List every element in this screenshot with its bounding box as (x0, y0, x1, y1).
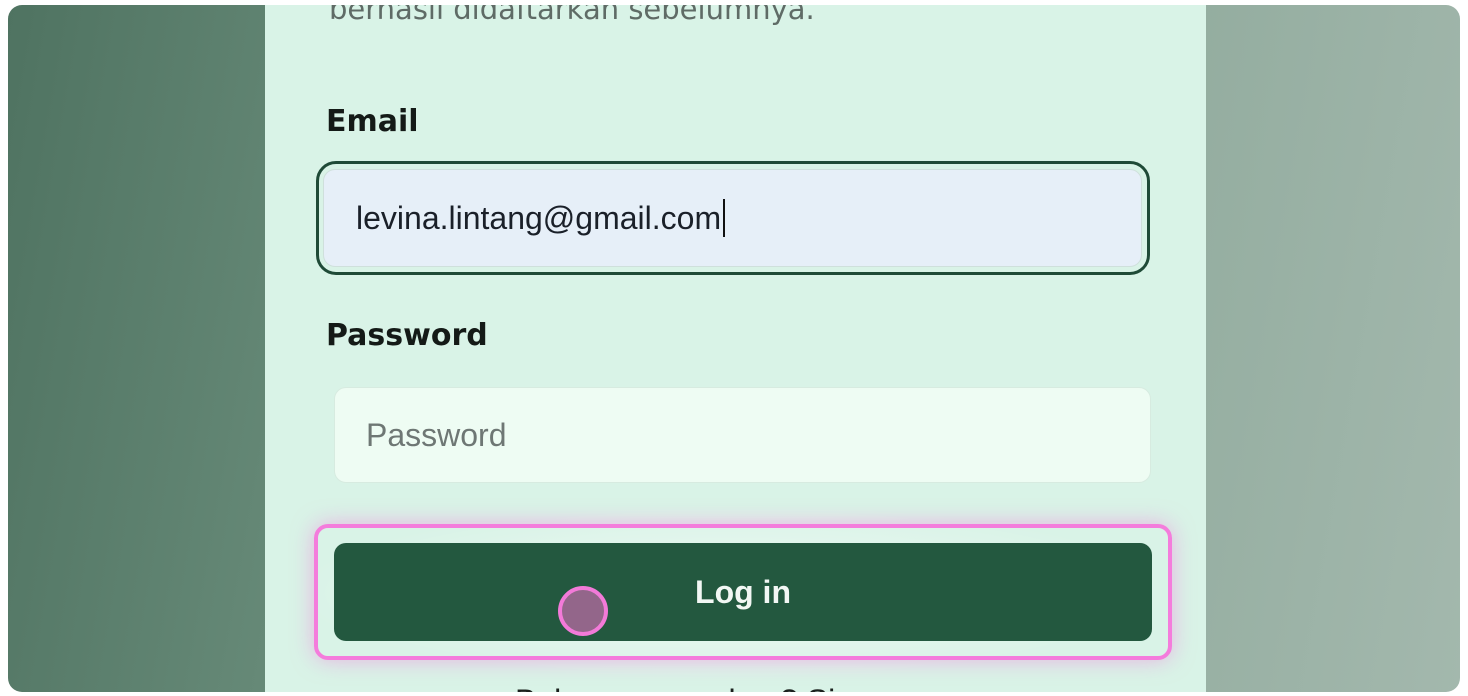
signup-link[interactable]: Belum punya akun? Sign up (515, 683, 915, 692)
login-card: berhasil didaftarkan sebelumnya. Email l… (265, 5, 1206, 692)
password-placeholder: Password (366, 416, 507, 453)
password-field[interactable]: Password (334, 387, 1151, 483)
click-indicator (558, 586, 608, 636)
login-button[interactable]: Log in (334, 543, 1152, 641)
password-label: Password (326, 318, 488, 353)
intro-text: berhasil didaftarkan sebelumnya. (329, 5, 815, 26)
screenshot-frame: berhasil didaftarkan sebelumnya. Email l… (8, 5, 1460, 692)
email-label: Email (326, 104, 419, 139)
email-value: levina.lintang@gmail.com (356, 199, 722, 236)
login-button-label: Log in (695, 573, 791, 610)
text-caret (723, 199, 726, 237)
email-field[interactable]: levina.lintang@gmail.com (323, 169, 1142, 267)
